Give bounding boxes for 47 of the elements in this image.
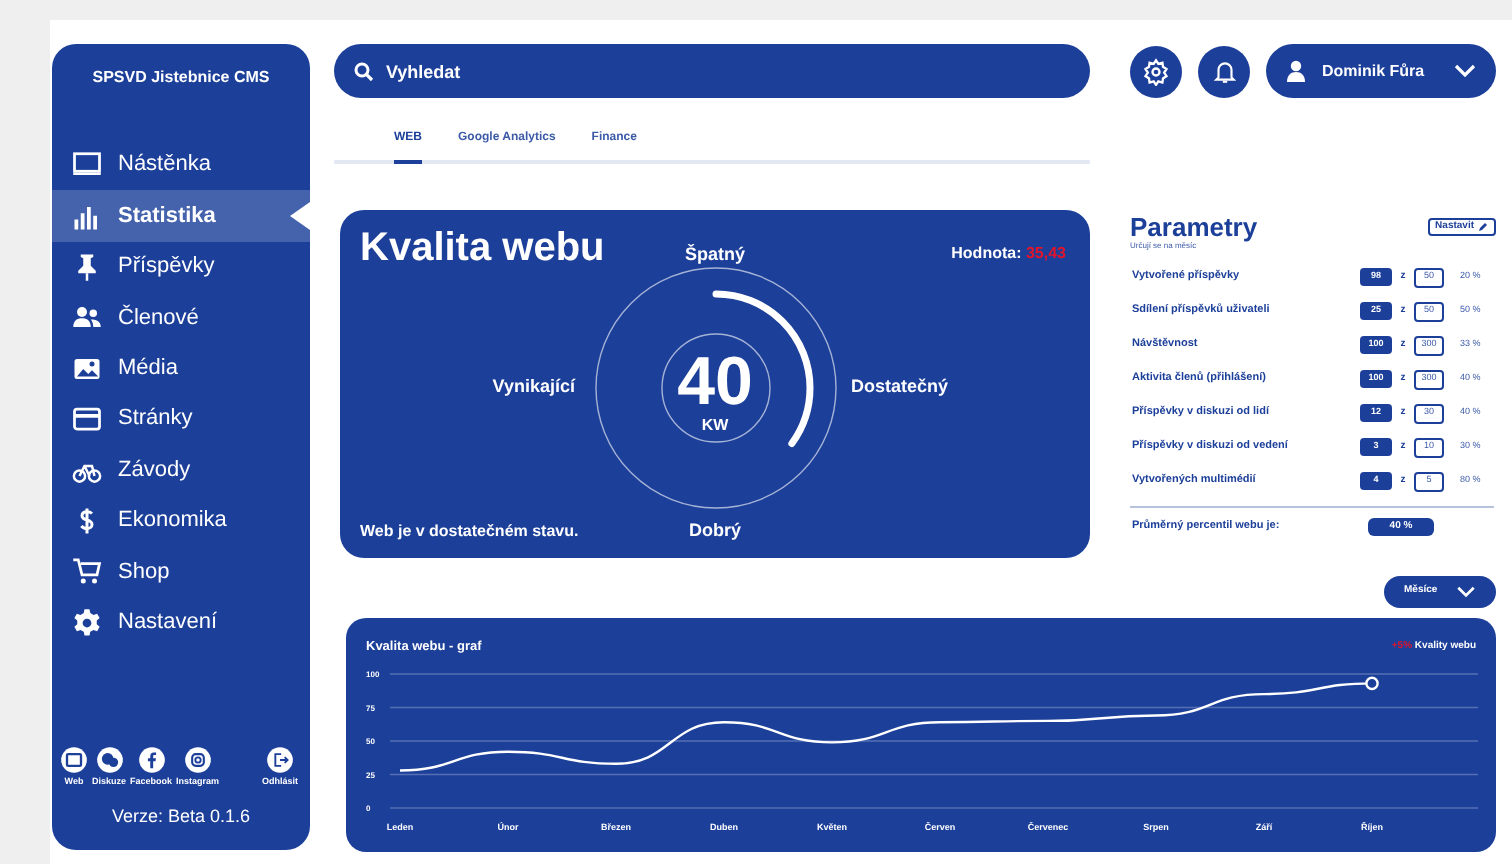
settings-icon [1142,57,1170,85]
score-text: 40 [677,348,753,416]
people-icon [72,302,102,333]
pin-icon [72,251,102,282]
user-menu-button[interactable]: Dominik Fůra [1266,44,1496,98]
value-text: Hodnota: 35,43 [949,242,1068,266]
instagram-icon[interactable] [183,745,212,773]
monitor-icon [72,150,102,181]
sidebar-item[interactable]: Nástěnka [52,140,310,191]
pointer-icon [290,202,310,231]
gauge-label: Dobrý [688,517,741,544]
card-title: Kvalita webu [360,226,607,270]
sidebar-item[interactable]: Závody [52,444,310,496]
browser-icon [72,404,102,435]
notifications-button[interactable] [1198,45,1250,97]
panel-title: Parametry [1130,214,1258,240]
browser-icon[interactable] [60,745,88,773]
gauge-label: Vynikající [490,374,578,401]
sidebar-item[interactable]: Shop [52,546,310,598]
version-text: Verze: Beta 0.1.6 [111,803,251,829]
pencil-icon [1478,222,1488,232]
search-field[interactable]: Vyhledat [334,44,1090,98]
bell-icon [1211,57,1237,85]
status-text: Web je v dostatečném stavu. [360,520,579,544]
gauge-label: Dostatečný [849,374,949,401]
chevron-down-icon [1454,64,1476,78]
facebook-icon[interactable] [137,745,166,773]
chevron-down-icon [1456,586,1476,598]
sidebar-item[interactable]: Příspěvky [52,241,310,293]
bar-chart-icon [72,201,102,232]
sidebar-item[interactable]: Ekonomika [52,495,310,547]
search-icon [354,61,374,81]
chat-icon[interactable] [95,745,123,773]
cart-icon [72,556,102,587]
unit-text: KW [701,416,729,436]
sidebar-item[interactable]: Členové [52,292,310,344]
settings-button[interactable] [1130,45,1182,97]
sidebar-title: SPSVD Jistebnice CMS [90,66,272,86]
logout-icon[interactable] [265,745,294,773]
sidebar-item[interactable]: Stránky [52,393,310,445]
gear-icon [72,607,102,638]
sidebar-item[interactable]: Média [52,343,310,394]
user-icon [1286,60,1306,82]
sidebar-item[interactable]: Nastavení [52,597,310,648]
gauge-label: Špatný [684,242,745,268]
image-icon [72,353,102,384]
sidebar-item[interactable]: Statistika [52,190,310,242]
